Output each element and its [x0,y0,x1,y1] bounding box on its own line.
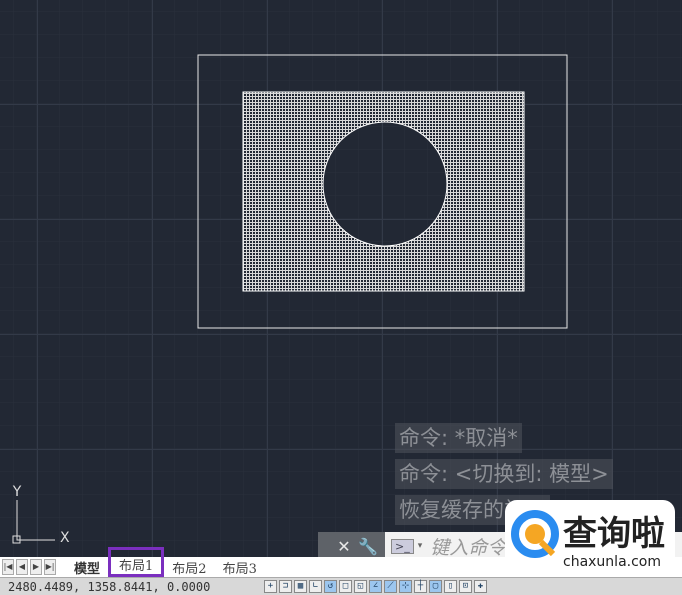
wrench-icon[interactable]: 🔧 [356,537,380,556]
3dosnap-icon[interactable]: ◱ [354,580,367,593]
svg-text:Y: Y [12,484,22,500]
am-icon[interactable]: ✚ [474,580,487,593]
last-tab-button[interactable]: ▶| [44,559,56,575]
status-bar: 2480.4489, 1358.8441, 0.0000 + ⊐ ▦ ∟ ↺ □… [0,577,682,595]
tab-layout3[interactable]: 布局3 [215,558,265,577]
polar-icon[interactable]: ↺ [324,580,337,593]
coordinate-readout: 2480.4489, 1358.8441, 0.0000 [8,579,211,594]
history-line: 命令: <切换到: 模型> [395,459,613,489]
chevron-down-icon[interactable]: ▾ [418,541,423,551]
tab-layout2[interactable]: 布局2 [164,558,214,577]
prev-tab-button[interactable]: ◀ [16,559,28,575]
terminal-icon[interactable]: >_ [391,538,414,554]
watermark-url: chaxunla.com [563,554,661,570]
dyn-icon[interactable]: ⊹ [399,580,412,593]
lineweight-icon[interactable]: ┼ [414,580,427,593]
first-tab-button[interactable]: |◀ [2,559,14,575]
tab-layout1[interactable]: 布局1 [108,547,165,577]
infer-icon[interactable]: + [264,580,277,593]
otrack-icon[interactable]: ∠ [369,580,382,593]
close-icon[interactable]: ✕ [332,537,356,556]
grid-icon[interactable]: ▦ [294,580,307,593]
sc-icon[interactable]: ⊡ [459,580,472,593]
transparency-icon[interactable]: ▢ [429,580,442,593]
qp-icon[interactable]: ▯ [444,580,457,593]
svg-text:X: X [60,530,70,546]
ducs-icon[interactable]: ⟋ [384,580,397,593]
ortho-icon[interactable]: ∟ [309,580,322,593]
next-tab-button[interactable]: ▶ [30,559,42,575]
watermark-logo: 查询啦 chaxunla.com [505,500,675,576]
snap-icon[interactable]: ⊐ [279,580,292,593]
tab-model[interactable]: 模型 [66,558,108,577]
command-placeholder: 键入命令 [430,536,507,559]
osnap-icon[interactable]: □ [339,580,352,593]
history-line: 命令: *取消* [395,423,522,453]
